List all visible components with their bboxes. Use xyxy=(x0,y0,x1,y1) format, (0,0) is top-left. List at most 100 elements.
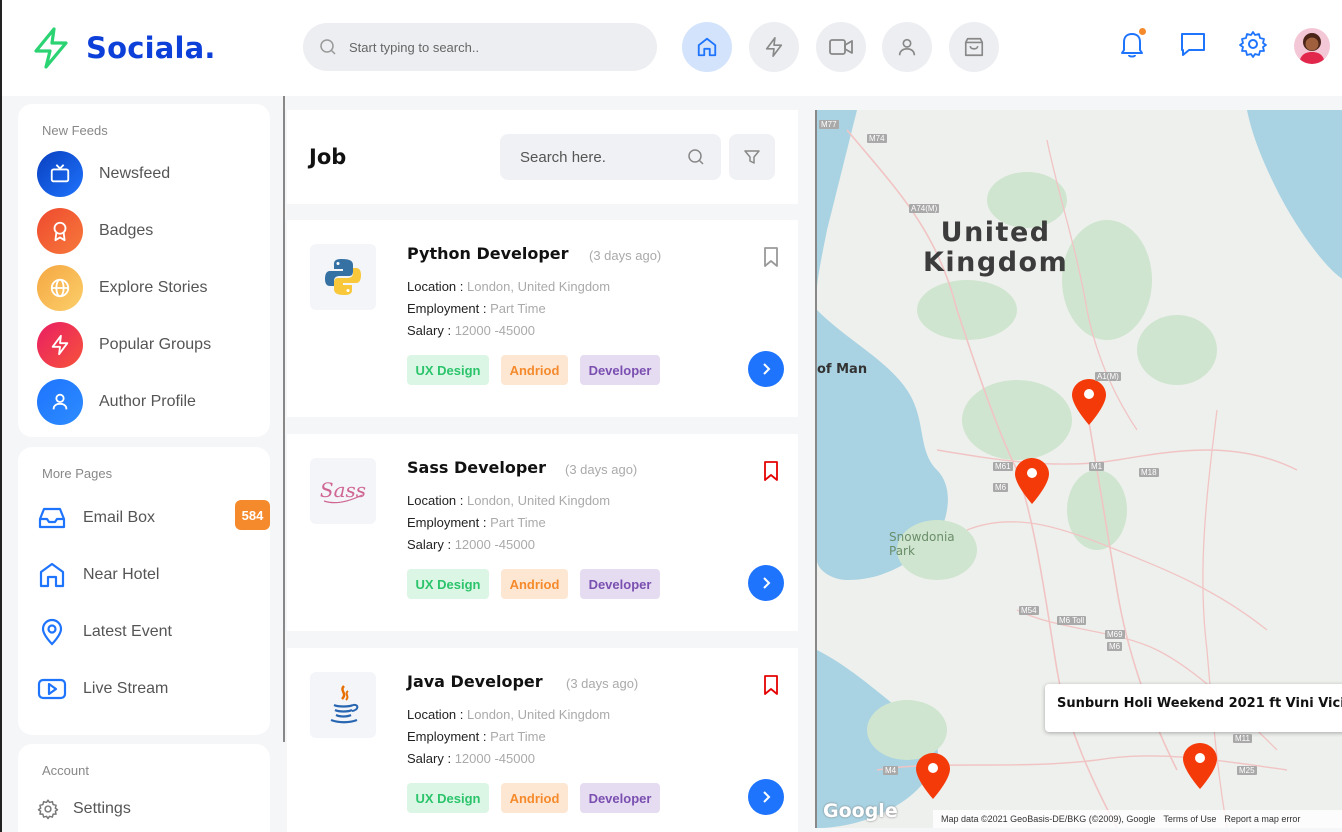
new-feeds-title: New Feeds xyxy=(42,123,108,138)
notifications-button[interactable] xyxy=(1117,28,1147,60)
page-title: Job xyxy=(309,145,347,169)
map-info-window[interactable]: Sunburn Holi Weekend 2021 ft Vini Vici- … xyxy=(1045,684,1342,732)
global-search-input[interactable] xyxy=(349,39,629,55)
tag-ux-design[interactable]: UX Design xyxy=(407,355,489,385)
user-avatar[interactable] xyxy=(1294,28,1330,64)
tag-ux-design[interactable]: UX Design xyxy=(407,569,489,599)
tag-andriod[interactable]: Andriod xyxy=(501,569,568,599)
lightning-icon xyxy=(765,37,783,57)
map-pin-icon[interactable] xyxy=(1070,378,1108,426)
open-job-button[interactable] xyxy=(748,779,784,815)
new-feeds-card: New Feeds Newsfeed Badges Explore Storie… xyxy=(18,104,270,437)
sidebar-item-label: Email Box xyxy=(83,509,156,526)
sidebar-item-label: Settings xyxy=(73,800,131,817)
map-pin-icon[interactable] xyxy=(1181,742,1219,790)
nav-home-button[interactable] xyxy=(682,22,732,72)
job-search[interactable] xyxy=(500,134,721,180)
bookmark-icon[interactable] xyxy=(761,674,781,696)
tv-icon xyxy=(37,151,83,197)
python-logo-icon xyxy=(310,244,376,310)
search-icon xyxy=(320,39,336,55)
map-pin-icon[interactable] xyxy=(914,752,952,800)
job-map[interactable]: United Kingdom of Man Snowdonia Park Sun… xyxy=(815,110,1342,828)
bookmark-icon[interactable] xyxy=(761,460,781,482)
nav-lightning-button[interactable] xyxy=(749,22,799,72)
sidebar-item-email-box[interactable]: Email Box xyxy=(37,503,155,533)
filter-button[interactable] xyxy=(729,134,775,180)
java-logo-icon xyxy=(310,672,376,738)
logo[interactable]: Sociala. xyxy=(30,26,216,70)
tag-ux-design[interactable]: UX Design xyxy=(407,783,489,813)
tag-developer[interactable]: Developer xyxy=(580,569,660,599)
sidebar-item-newsfeed[interactable]: Newsfeed xyxy=(37,151,170,197)
sidebar-item-latest-event[interactable]: Latest Event xyxy=(37,617,172,647)
global-search[interactable] xyxy=(303,23,657,71)
tag-andriod[interactable]: Andriod xyxy=(501,783,568,813)
user-icon xyxy=(898,38,916,56)
job-salary: Salary : 12000 -45000 xyxy=(407,323,535,338)
inbox-icon xyxy=(38,507,66,529)
road-label: M77 xyxy=(819,120,839,129)
sidebar-item-badges[interactable]: Badges xyxy=(37,208,153,254)
bookmark-icon[interactable] xyxy=(761,246,781,268)
sidebar-item-author-profile[interactable]: Author Profile xyxy=(37,379,196,425)
messages-button[interactable] xyxy=(1178,28,1208,60)
svg-text:Sass: Sass xyxy=(320,478,366,502)
road-label: M69 xyxy=(1105,630,1125,639)
account-title: Account xyxy=(42,763,89,778)
job-posted-ago: (3 days ago) xyxy=(566,676,639,691)
settings-button[interactable] xyxy=(1238,28,1268,60)
job-title[interactable]: Sass Developer xyxy=(407,458,546,477)
tag-developer[interactable]: Developer xyxy=(580,783,660,813)
job-title[interactable]: Python Developer xyxy=(407,244,569,263)
road-label: M74 xyxy=(867,134,887,143)
job-title[interactable]: Java Developer xyxy=(407,672,543,691)
chevron-right-icon xyxy=(763,363,771,375)
job-card[interactable]: Sass Sass Developer (3 days ago) Locatio… xyxy=(287,434,798,631)
road-label: M1 xyxy=(1089,462,1105,471)
map-terms-link[interactable]: Terms of Use xyxy=(1163,814,1216,824)
job-card[interactable]: Python Developer (3 days ago) Location :… xyxy=(287,220,798,417)
tag-developer[interactable]: Developer xyxy=(580,355,660,385)
job-location: Location : London, United Kingdom xyxy=(407,493,611,508)
map-pin-icon[interactable] xyxy=(1013,457,1051,505)
job-employment: Employment : Part Time xyxy=(407,301,546,316)
road-label: M6 xyxy=(993,483,1009,492)
account-card: Account Settings xyxy=(18,744,270,832)
sidebar-item-explore-stories[interactable]: Explore Stories xyxy=(37,265,208,311)
job-search-input[interactable] xyxy=(520,148,680,166)
nav-shop-button[interactable] xyxy=(949,22,999,72)
sass-logo-icon: Sass xyxy=(310,458,376,524)
sidebar-item-live-stream[interactable]: Live Stream xyxy=(37,674,168,704)
page-left-border xyxy=(0,96,2,832)
map-report-link[interactable]: Report a map error xyxy=(1224,814,1300,824)
google-logo[interactable]: Google xyxy=(823,800,898,822)
sidebar-item-near-hotel[interactable]: Near Hotel xyxy=(37,560,159,590)
job-salary: Salary : 12000 -45000 xyxy=(407,537,535,552)
open-job-button[interactable] xyxy=(748,565,784,601)
open-job-button[interactable] xyxy=(748,351,784,387)
column-divider xyxy=(283,96,285,742)
job-card[interactable]: Java Developer (3 days ago) Location : L… xyxy=(287,648,798,832)
gear-icon xyxy=(1239,31,1267,58)
home-icon xyxy=(697,37,717,57)
sidebar-item-label: Author Profile xyxy=(99,393,196,410)
sidebar-item-settings[interactable]: Settings xyxy=(37,798,131,820)
filter-icon xyxy=(744,150,760,164)
map-attribution-bar: Map data ©2021 GeoBasis-DE/BKG (©2009), … xyxy=(933,810,1342,828)
sidebar-item-label: Live Stream xyxy=(83,680,169,697)
map-pin-icon xyxy=(41,618,63,646)
avatar-image xyxy=(1299,33,1325,64)
job-employment: Employment : Part Time xyxy=(407,515,546,530)
sidebar-item-label: Newsfeed xyxy=(99,165,171,182)
logo-text: Sociala. xyxy=(86,31,216,65)
sidebar-item-popular-groups[interactable]: Popular Groups xyxy=(37,322,211,368)
sidebar-item-label: Explore Stories xyxy=(99,279,208,296)
sidebar-item-label: Near Hotel xyxy=(83,566,160,583)
map-attribution: Map data ©2021 GeoBasis-DE/BKG (©2009), … xyxy=(941,814,1156,824)
tag-andriod[interactable]: Andriod xyxy=(501,355,568,385)
nav-user-button[interactable] xyxy=(882,22,932,72)
road-label: M4 xyxy=(883,766,899,775)
nav-video-button[interactable] xyxy=(816,22,866,72)
job-employment: Employment : Part Time xyxy=(407,729,546,744)
